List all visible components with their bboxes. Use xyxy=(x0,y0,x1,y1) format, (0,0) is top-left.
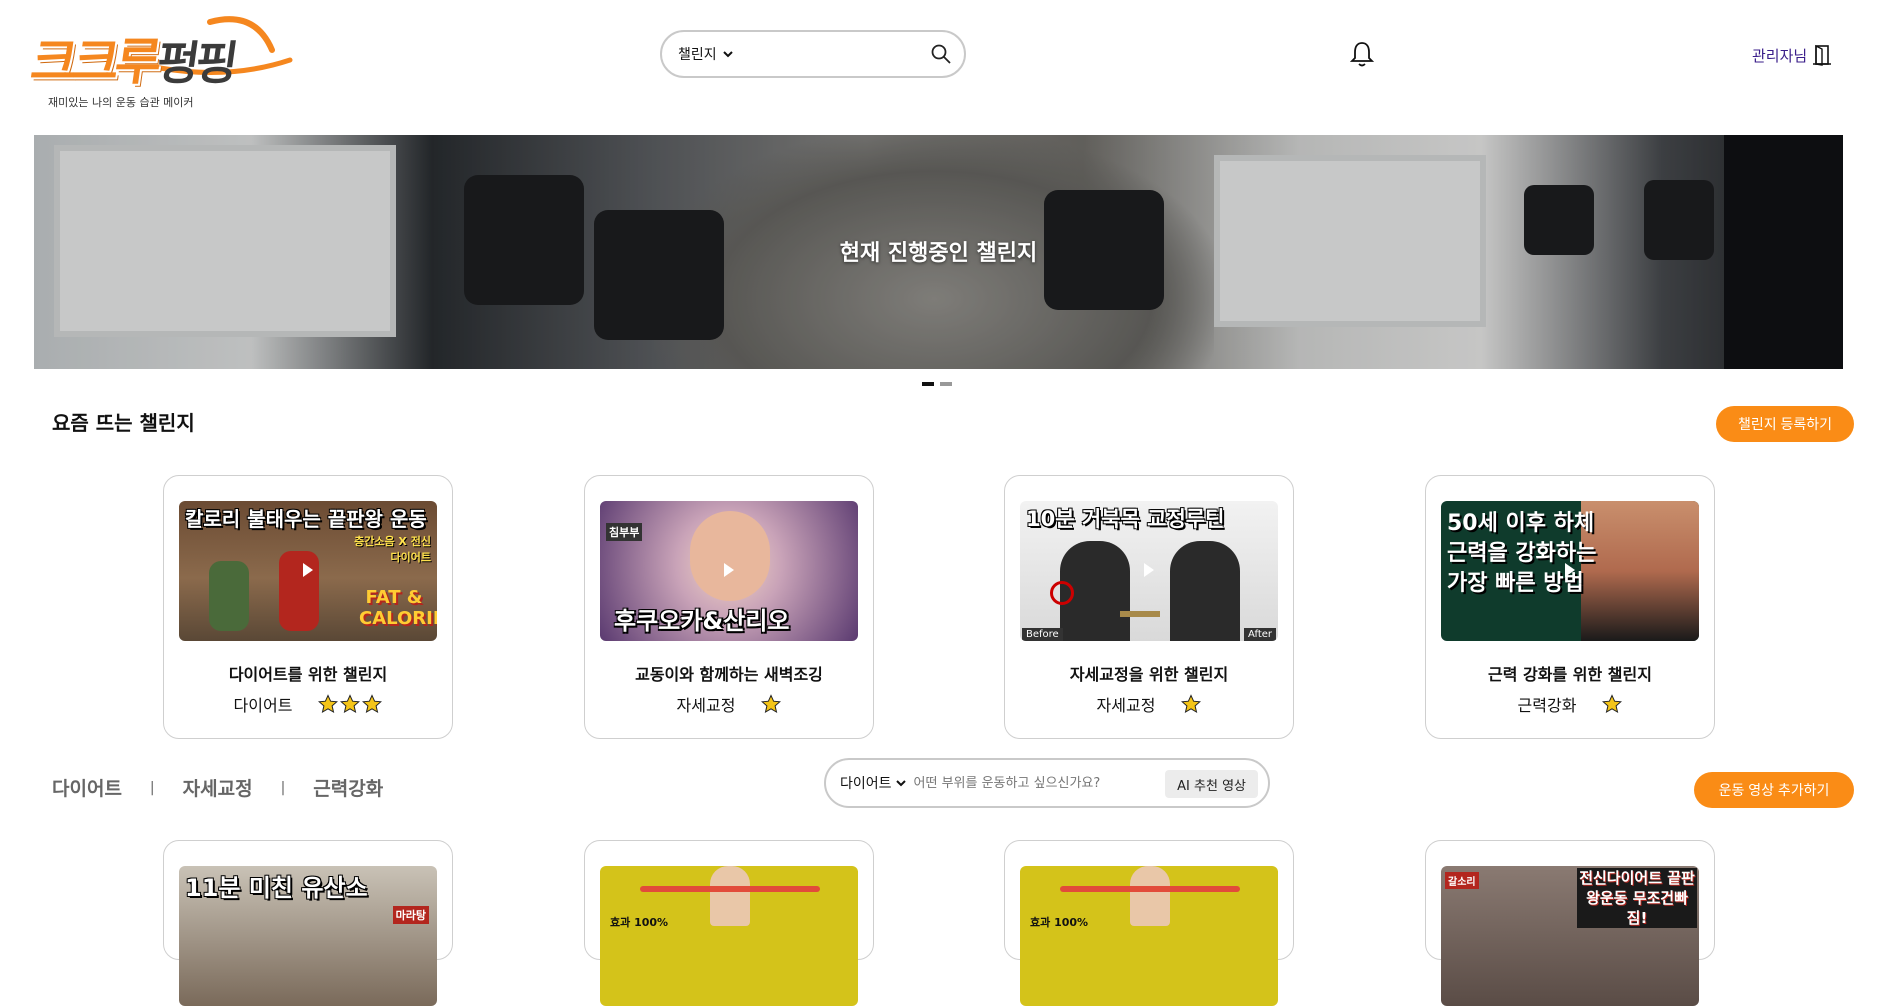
card-thumbnail[interactable]: 50세 이후 하체 근력을 강화하는 가장 빠른 방법 xyxy=(1441,501,1699,641)
logout-door-icon[interactable] xyxy=(1813,44,1832,66)
card-meta: 근력강화 xyxy=(1426,692,1714,716)
card-title: 근력 강화를 위한 챌린지 xyxy=(1488,665,1652,684)
star-icon xyxy=(1181,694,1202,714)
star-icon xyxy=(761,694,782,714)
star-icon xyxy=(318,694,339,714)
register-challenge-button[interactable]: 챌린지 등록하기 xyxy=(1716,406,1854,442)
chevron-down-icon xyxy=(895,779,906,786)
card-thumbnail[interactable]: 침부부 후쿠오카&산리오 xyxy=(600,501,858,641)
play-icon xyxy=(1144,563,1154,577)
difficulty-stars xyxy=(318,694,383,714)
card-category: 자세교정 xyxy=(1096,696,1156,715)
difficulty-stars xyxy=(761,694,782,714)
challenge-card-posture[interactable]: 10분 거북목 교정루틴 Before After 자세교정을 위한 챌린지 자… xyxy=(1004,475,1294,739)
admin-label: 관리자님 xyxy=(1752,46,1808,65)
card-title: 자세교정을 위한 챌린지 xyxy=(1069,665,1229,684)
difficulty-stars xyxy=(1602,694,1623,714)
star-icon xyxy=(340,694,361,714)
tab-posture[interactable]: 자세교정 xyxy=(183,774,253,801)
video-card[interactable]: 11분 미친 유산소 마라탕 xyxy=(163,840,453,1006)
play-icon xyxy=(1565,563,1575,577)
card-category: 다이어트 xyxy=(233,696,293,715)
admin-menu[interactable]: 관리자님 xyxy=(1752,44,1832,66)
card-meta: 자세교정 xyxy=(1005,692,1293,716)
card-thumbnail[interactable]: 칼로리 불태우는 끝판왕 운동 층간소음 X 전신다이어트 FAT & CALO… xyxy=(179,501,437,641)
logo-text: 크크루펑핑 xyxy=(27,33,238,91)
thumb-person xyxy=(1130,866,1170,926)
card-meta: 다이어트 xyxy=(164,692,452,716)
challenge-card-jogging[interactable]: 침부부 후쿠오카&산리오 교동이와 함께하는 새벽조깅 자세교정 xyxy=(584,475,874,739)
carousel-dot-2[interactable] xyxy=(940,382,952,386)
thumb-arms xyxy=(1060,886,1240,892)
star-icon xyxy=(1602,694,1623,714)
video-search-input[interactable] xyxy=(911,774,1166,792)
thumb-person xyxy=(279,551,319,631)
carousel-dot-1[interactable] xyxy=(922,382,934,386)
card-title: 다이어트를 위한 챌린지 xyxy=(228,665,388,684)
tab-separator: | xyxy=(149,779,155,796)
search-icon[interactable] xyxy=(930,43,952,65)
thumb-person xyxy=(710,866,750,926)
logo-tagline: 재미있는 나의 운동 습관 메이커 xyxy=(48,96,194,109)
video-category-select[interactable]: 다이어트 xyxy=(840,773,906,793)
tab-diet[interactable]: 다이어트 xyxy=(52,774,122,801)
card-title: 교동이와 함께하는 새벽조깅 xyxy=(635,665,823,684)
video-card[interactable]: 효과 100% xyxy=(584,840,874,1006)
header-search: 챌린지 xyxy=(660,30,966,78)
card-meta: 자세교정 xyxy=(585,692,873,716)
search-category-select[interactable]: 챌린지 xyxy=(678,44,733,64)
thumb-face xyxy=(690,511,770,601)
thumb-circle-mark xyxy=(1050,581,1074,605)
video-card[interactable]: 효과 100% xyxy=(1004,840,1294,1006)
ai-recommend-button[interactable]: AI 추천 영상 xyxy=(1165,770,1258,798)
banner-title: 현재 진행중인 챌린지 xyxy=(839,241,1038,266)
search-input[interactable] xyxy=(742,45,907,63)
logo[interactable]: 크크루펑핑 재미있는 나의 운동 습관 메이커 xyxy=(27,4,293,114)
thumb-person-after xyxy=(1170,541,1240,641)
video-thumbnail[interactable]: 효과 100% xyxy=(600,866,858,1006)
play-icon xyxy=(303,563,313,577)
add-video-button[interactable]: 운동 영상 추가하기 xyxy=(1694,772,1854,808)
card-category: 근력강화 xyxy=(1517,696,1577,715)
difficulty-stars xyxy=(1181,694,1202,714)
video-card[interactable]: 갈소리 전신다이어트 끝판왕운동 무조건빠짐! xyxy=(1425,840,1715,1006)
chevron-down-icon xyxy=(722,50,733,57)
thumb-arms xyxy=(640,886,820,892)
card-thumbnail[interactable]: 10분 거북목 교정루틴 Before After xyxy=(1020,501,1278,641)
thumb-arrow xyxy=(1120,611,1160,617)
header: 크크루펑핑 재미있는 나의 운동 습관 메이커 챌린지 관리자님 xyxy=(0,0,1877,135)
video-search: 다이어트 AI 추천 영상 xyxy=(824,758,1270,808)
video-thumbnail[interactable]: 11분 미친 유산소 마라탕 xyxy=(179,866,437,1006)
banner-carousel[interactable]: 현재 진행중인 챌린지 xyxy=(34,135,1843,369)
video-category-tabs: 다이어트 | 자세교정 | 근력강화 xyxy=(52,774,383,801)
challenge-card-strength[interactable]: 50세 이후 하체 근력을 강화하는 가장 빠른 방법 근력 강화를 위한 챌린… xyxy=(1425,475,1715,739)
video-thumbnail[interactable]: 효과 100% xyxy=(1020,866,1278,1006)
star-icon xyxy=(362,694,383,714)
section-title-popular: 요즘 뜨는 챌린지 xyxy=(52,411,195,435)
video-thumbnail[interactable]: 갈소리 전신다이어트 끝판왕운동 무조건빠짐! xyxy=(1441,866,1699,1006)
thumb-person xyxy=(209,561,249,631)
bell-icon[interactable] xyxy=(1350,40,1374,68)
tab-strength[interactable]: 근력강화 xyxy=(313,774,383,801)
play-icon xyxy=(724,563,734,577)
carousel-dots xyxy=(922,382,952,386)
card-category: 자세교정 xyxy=(676,696,736,715)
tab-separator: | xyxy=(280,779,286,796)
challenge-card-diet[interactable]: 칼로리 불태우는 끝판왕 운동 층간소음 X 전신다이어트 FAT & CALO… xyxy=(163,475,453,739)
